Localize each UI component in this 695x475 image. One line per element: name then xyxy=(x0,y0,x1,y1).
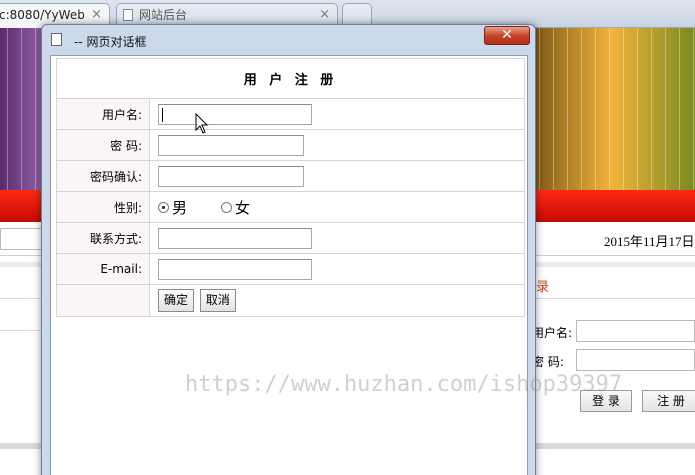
dialog-content: 用 户 注 册 用户名: 密 码: 密码确认: 性别: 男 女 联系方式: E-… xyxy=(50,55,528,475)
confirm-password-input[interactable] xyxy=(158,165,304,187)
email-label: E-mail: xyxy=(56,253,150,285)
gender-female-label: 女 xyxy=(235,198,251,217)
mouse-pointer-icon xyxy=(195,113,209,134)
page-icon xyxy=(123,9,133,21)
divider xyxy=(0,330,44,331)
password-input[interactable] xyxy=(158,134,304,156)
confirm-password-label: 密码确认: xyxy=(56,160,150,192)
login-panel-heading: 录 xyxy=(536,280,550,295)
tab-title: c:8080/YyWeb xyxy=(0,8,85,22)
registration-form: 用 户 注 册 用户名: 密 码: 密码确认: 性别: 男 女 联系方式: E-… xyxy=(56,58,525,317)
contact-label: 联系方式: xyxy=(56,222,150,254)
gender-male-label: 男 xyxy=(172,198,188,217)
dialog-titlebar[interactable]: -- 网页对话框 ✕ xyxy=(42,25,535,53)
email-input[interactable] xyxy=(158,258,312,280)
watermark-text: https://www.huzhan.com/ishop39397 xyxy=(185,372,623,397)
login-password-input[interactable] xyxy=(576,349,695,371)
login-username-input[interactable] xyxy=(576,320,695,342)
text-caret xyxy=(162,107,163,122)
bg-left-input[interactable] xyxy=(0,228,44,250)
form-heading: 用 户 注 册 xyxy=(56,58,525,99)
page-icon xyxy=(51,33,62,46)
contact-input[interactable] xyxy=(158,227,312,249)
gender-male-radio[interactable] xyxy=(158,201,169,213)
dialog-title: -- 网页对话框 xyxy=(74,35,147,49)
username-label: 用户名: xyxy=(56,98,150,130)
tab-close-icon[interactable]: × xyxy=(319,4,330,26)
tab-close-icon[interactable]: × xyxy=(91,4,102,26)
confirm-button[interactable]: 确定 xyxy=(158,289,195,312)
screen: c:8080/YyWeb × 网站后台 × 2015年11月17日 录 用户名:… xyxy=(0,0,695,475)
current-date: 2015年11月17日 xyxy=(604,234,695,249)
close-icon[interactable]: ✕ xyxy=(484,26,530,45)
register-link-button[interactable]: 注 册 xyxy=(642,390,695,412)
tab-title: 网站后台 xyxy=(139,8,188,22)
gender-female-radio[interactable] xyxy=(221,201,233,213)
username-input[interactable] xyxy=(158,103,312,125)
register-dialog-window: -- 网页对话框 ✕ 用 户 注 册 用户名: 密 码: 密码确认: 性别: 男… xyxy=(41,24,536,475)
login-password-label: 密 码: xyxy=(532,355,564,369)
cancel-button[interactable]: 取消 xyxy=(199,289,236,312)
gender-radio-group: 男 女 xyxy=(158,197,524,218)
empty-cell xyxy=(56,284,150,317)
gender-label: 性别: xyxy=(56,191,150,223)
login-username-label: 用户名: xyxy=(532,326,573,340)
password-label: 密 码: xyxy=(56,129,150,161)
